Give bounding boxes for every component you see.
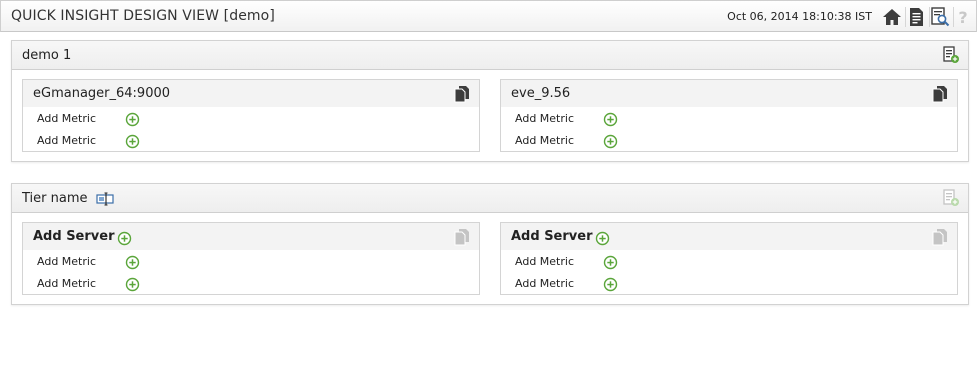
add-metric-plus-icon[interactable] <box>603 277 618 292</box>
add-metric-label: Add Metric <box>37 112 96 125</box>
add-metric-label: Add Metric <box>37 134 96 147</box>
add-server-label: Add Server <box>511 229 593 244</box>
add-metric-label: Add Metric <box>515 255 574 268</box>
tier-panel: demo 1 eGmanager_64:9000 Add Metric Add … <box>11 40 969 162</box>
add-metric-label: Add Metric <box>515 112 574 125</box>
edit-tier-name-icon[interactable] <box>96 192 114 206</box>
server-header: Add Server <box>23 223 479 250</box>
home-icon[interactable] <box>882 7 902 27</box>
add-server-icon <box>942 189 960 207</box>
preview-icon[interactable] <box>930 7 950 27</box>
add-metric-plus-icon[interactable] <box>125 134 140 149</box>
add-metric-label: Add Metric <box>37 277 96 290</box>
report-icon[interactable] <box>906 7 926 27</box>
copy-icon <box>932 228 948 246</box>
server-header: eGmanager_64:9000 <box>23 80 479 107</box>
page-title: QUICK INSIGHT DESIGN VIEW [demo] <box>11 8 275 24</box>
add-metric-label: Add Metric <box>515 134 574 147</box>
server-box: eve_9.56 Add Metric Add Metric <box>500 79 958 152</box>
tier-title: Tier name <box>22 191 88 206</box>
help-icon[interactable]: ? <box>953 7 973 27</box>
tier-panel: Tier name Add Server Add Metric Add Metr… <box>11 183 969 305</box>
add-server-plus-icon[interactable] <box>595 231 610 246</box>
tier-panel-header: demo 1 <box>12 41 968 70</box>
add-server-label: Add Server <box>33 229 115 244</box>
copy-icon <box>454 228 470 246</box>
add-metric-plus-icon[interactable] <box>603 134 618 149</box>
copy-icon[interactable] <box>932 85 948 103</box>
add-metric-plus-icon[interactable] <box>125 112 140 127</box>
add-metric-plus-icon[interactable] <box>603 112 618 127</box>
copy-icon[interactable] <box>454 85 470 103</box>
server-header: Add Server <box>501 223 957 250</box>
server-box: eGmanager_64:9000 Add Metric Add Metric <box>22 79 480 152</box>
add-server-icon[interactable] <box>942 46 960 64</box>
tier-panel-header: Tier name <box>12 184 968 213</box>
tier-title: demo 1 <box>22 48 72 63</box>
add-metric-plus-icon[interactable] <box>125 277 140 292</box>
add-metric-label: Add Metric <box>37 255 96 268</box>
server-box: Add Server Add Metric Add Metric <box>500 222 958 295</box>
svg-text:?: ? <box>958 8 967 27</box>
server-name: eGmanager_64:9000 <box>33 86 171 101</box>
server-header: eve_9.56 <box>501 80 957 107</box>
server-box: Add Server Add Metric Add Metric <box>22 222 480 295</box>
add-server-plus-icon[interactable] <box>117 231 132 246</box>
add-metric-plus-icon[interactable] <box>125 255 140 270</box>
add-metric-plus-icon[interactable] <box>603 255 618 270</box>
timestamp: Oct 06, 2014 18:10:38 IST <box>727 10 872 23</box>
add-metric-label: Add Metric <box>515 277 574 290</box>
server-name: eve_9.56 <box>511 86 571 101</box>
top-bar: QUICK INSIGHT DESIGN VIEW [demo] Oct 06,… <box>0 0 977 32</box>
